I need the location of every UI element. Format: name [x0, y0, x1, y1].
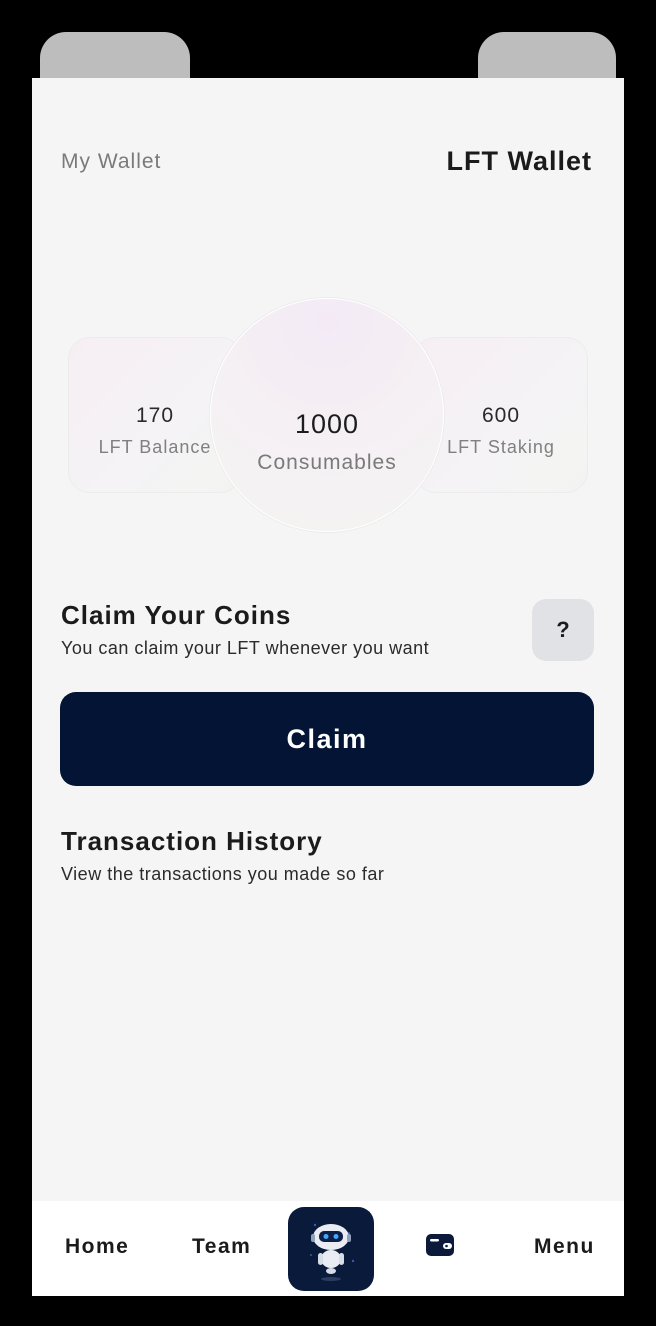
consumables-label: Consumables: [257, 451, 397, 474]
claim-section-title: Claim Your Coins: [61, 600, 292, 630]
help-button[interactable]: ?: [532, 599, 594, 661]
app-screen: My Wallet LFT Wallet 170 LFT Balance 600…: [32, 78, 624, 1296]
robot-icon: [310, 1223, 355, 1281]
my-wallet-label: My Wallet: [61, 150, 162, 173]
question-icon: ?: [556, 617, 570, 642]
nav-home[interactable]: Home: [65, 1235, 129, 1259]
claim-section-subtitle: You can claim your LFT whenever you want: [61, 638, 430, 658]
transaction-history-subtitle: View the transactions you made so far: [61, 864, 385, 884]
claim-button[interactable]: Claim: [60, 692, 594, 786]
nav-assistant-button[interactable]: [288, 1207, 374, 1291]
wallet-icon[interactable]: [426, 1234, 454, 1256]
nav-menu[interactable]: Menu: [534, 1235, 595, 1259]
page-title: LFT Wallet: [446, 146, 592, 176]
nav-team[interactable]: Team: [192, 1235, 251, 1259]
consumables-circle: 1000 Consumables: [210, 298, 444, 532]
consumables-value: 1000: [294, 409, 360, 439]
bottom-navigation: Home Team Menu: [32, 1201, 624, 1296]
transaction-history-title: Transaction History: [61, 826, 323, 856]
